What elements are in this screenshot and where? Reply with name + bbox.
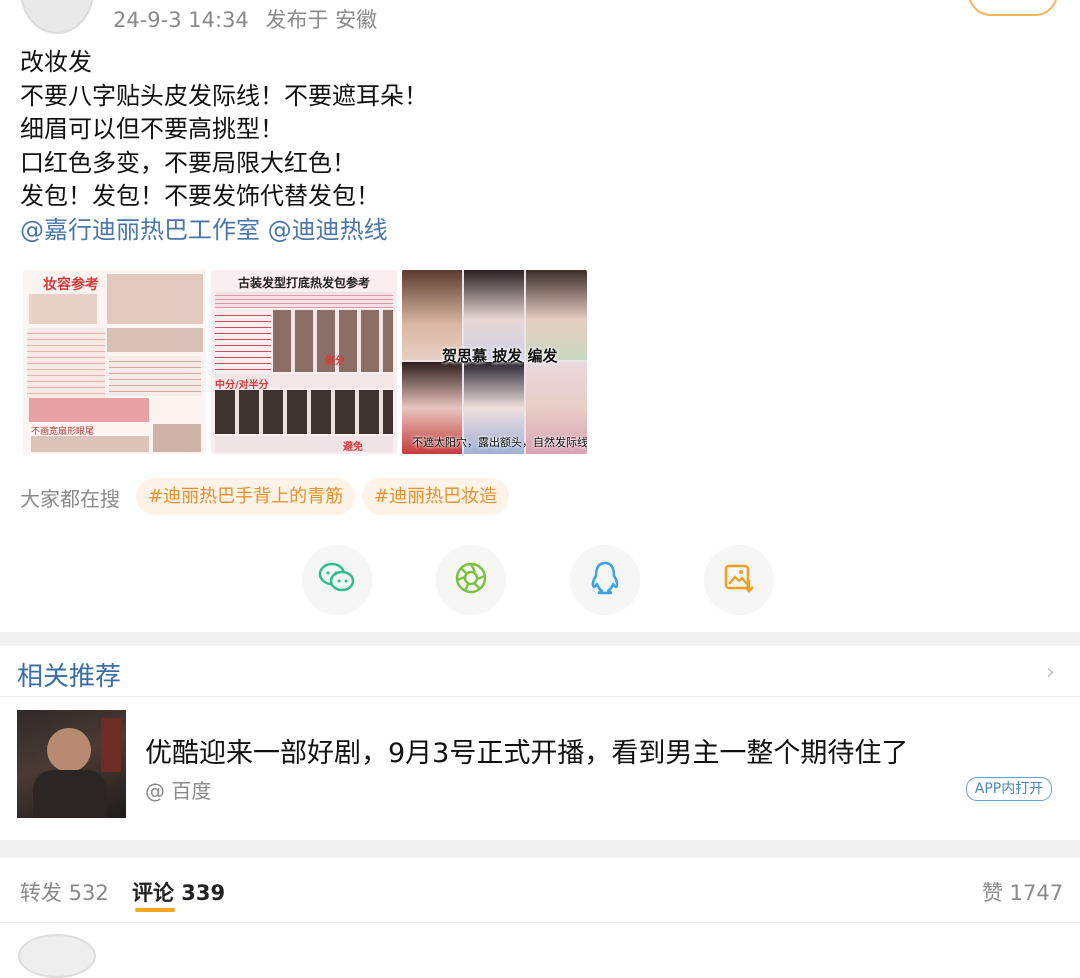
image-title: 妆容参考 — [43, 277, 99, 293]
post-location: 发布于 安徽 — [265, 8, 378, 32]
mention-link[interactable]: @嘉行迪丽热巴工作室 — [20, 216, 260, 244]
related-thumbnail[interactable] — [17, 710, 126, 818]
related-title: 相关推荐 — [17, 662, 122, 692]
post-line: 口红色多变，不要局限大红色！ — [20, 148, 356, 177]
author-avatar[interactable] — [20, 0, 94, 34]
search-chip[interactable]: #迪丽热巴妆造 — [362, 478, 510, 515]
mention-link[interactable]: @迪迪热线 — [268, 216, 388, 244]
section-divider — [0, 840, 1080, 858]
mentions-line: @嘉行迪丽热巴工作室 @迪迪热线 — [20, 214, 428, 248]
image-label: 中分/对半分 — [215, 380, 269, 391]
post-timestamp: 24-9-3 14:34 — [113, 8, 249, 32]
post-line: 改妆发 — [20, 48, 92, 76]
divider — [0, 696, 1080, 697]
follow-button[interactable] — [968, 0, 1058, 16]
tab-comments[interactable]: 评论 339 — [132, 877, 225, 907]
divider — [0, 922, 1080, 923]
section-divider — [0, 632, 1080, 646]
chevron-right-icon[interactable]: › — [1046, 660, 1055, 685]
save-image-button[interactable] — [704, 545, 774, 615]
post-image-hairstyle[interactable]: 古装发型打底热发包参考 侧分 中分/对半分 避免 — [211, 270, 397, 454]
post-meta: 24-9-3 14:34 发布于 安徽 — [113, 4, 387, 34]
save-image-icon — [723, 562, 755, 598]
open-in-app-button[interactable]: APP内打开 — [966, 777, 1052, 801]
image-footer: 不遮太阳穴，露出额头，自然发际线 — [412, 436, 587, 449]
image-label: 避免 — [343, 442, 363, 453]
post-image-makeup[interactable]: 妆容参考 不画宽扇形眼尾 — [23, 270, 206, 454]
commenter-avatar[interactable] — [18, 934, 96, 978]
image-label: 侧分 — [325, 356, 345, 367]
related-item-source: @ 百度 — [145, 779, 212, 803]
post-line: 发包！发包！不要发饰代替发包！ — [20, 182, 380, 210]
moments-icon — [453, 560, 489, 600]
post-image-looks[interactable]: 贺思慕 披发 编发 不遮太阳穴，露出额头，自然发际线 — [402, 270, 587, 454]
post-line: 不要八字贴头皮发际线！不要遮耳朵！ — [20, 81, 428, 110]
tab-likes[interactable]: 赞 1747 — [982, 877, 1063, 907]
image-title: 古装发型打底热发包参考 — [237, 276, 370, 290]
share-moments-button[interactable] — [436, 545, 506, 615]
share-wechat-button[interactable] — [302, 545, 372, 615]
post-line: 细眉可以但不要高挑型！ — [20, 115, 284, 143]
share-qq-button[interactable] — [570, 545, 640, 615]
qq-icon — [589, 560, 621, 600]
image-caption: 贺思慕 披发 编发 — [442, 347, 558, 365]
search-label: 大家都在搜 — [20, 487, 120, 511]
active-tab-indicator — [135, 908, 175, 912]
search-chip[interactable]: #迪丽热巴手背上的青筋 — [136, 478, 356, 515]
tab-repost[interactable]: 转发 532 — [20, 877, 109, 907]
wechat-icon — [318, 562, 356, 598]
post-body: 改妆发 不要八字贴头皮发际线！不要遮耳朵！ 细眉可以但不要高挑型！ 口红色多变，… — [20, 46, 428, 247]
related-item-title[interactable]: 优酷迎来一部好剧，9月3号正式开播，看到男主一整个期待住了 — [145, 731, 908, 770]
